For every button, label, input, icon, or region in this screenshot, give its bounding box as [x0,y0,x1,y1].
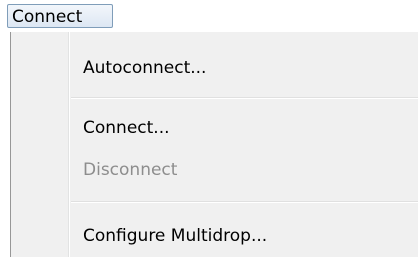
menu-item-autoconnect[interactable]: Autoconnect... [83,56,206,80]
menu-connect[interactable]: Connect [7,4,113,28]
menu-item-disconnect: Disconnect [83,160,178,180]
menu-separator [71,97,418,99]
menu-gutter-highlight [69,32,70,257]
menu-separator [71,201,418,203]
menu-item-configure-multidrop[interactable]: Configure Multidrop... [83,224,267,248]
menu-bar: Connect [0,0,418,32]
menu-item-connect[interactable]: Connect... [83,116,170,140]
connect-dropdown-menu: Autoconnect... Connect... Disconnect Con… [10,32,418,257]
